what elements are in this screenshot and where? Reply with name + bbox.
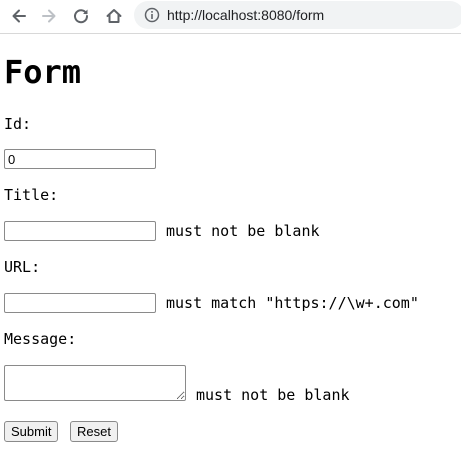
home-button[interactable] (103, 5, 125, 27)
id-field[interactable] (4, 149, 156, 169)
home-icon (105, 7, 123, 25)
back-button[interactable] (8, 5, 30, 27)
arrow-right-icon (40, 7, 58, 25)
url-label: URL: (4, 258, 41, 276)
title-label: Title: (4, 186, 59, 204)
message-label: Message: (4, 330, 77, 348)
address-bar[interactable]: http://localhost:8080/form (134, 1, 461, 29)
message-field[interactable] (4, 365, 186, 401)
url-error: must match "https://\w+.com" (166, 294, 419, 312)
reload-icon (72, 7, 90, 25)
title-error: must not be blank (166, 222, 320, 240)
arrow-left-icon (10, 7, 28, 25)
page-content: Form Id: Title: must not be blank URL: m… (0, 34, 461, 463)
title-field[interactable] (4, 221, 156, 241)
submit-button[interactable]: Submit (4, 421, 59, 442)
url-field[interactable] (4, 293, 156, 313)
browser-toolbar: http://localhost:8080/form (0, 0, 461, 34)
address-url[interactable]: http://localhost:8080/form (167, 7, 324, 23)
info-icon[interactable] (144, 7, 160, 23)
reset-button[interactable]: Reset (70, 421, 118, 442)
forward-button[interactable] (38, 5, 60, 27)
id-label: Id: (4, 115, 32, 133)
reload-button[interactable] (70, 5, 92, 27)
message-error: must not be blank (196, 386, 350, 404)
page-title: Form (4, 53, 82, 91)
